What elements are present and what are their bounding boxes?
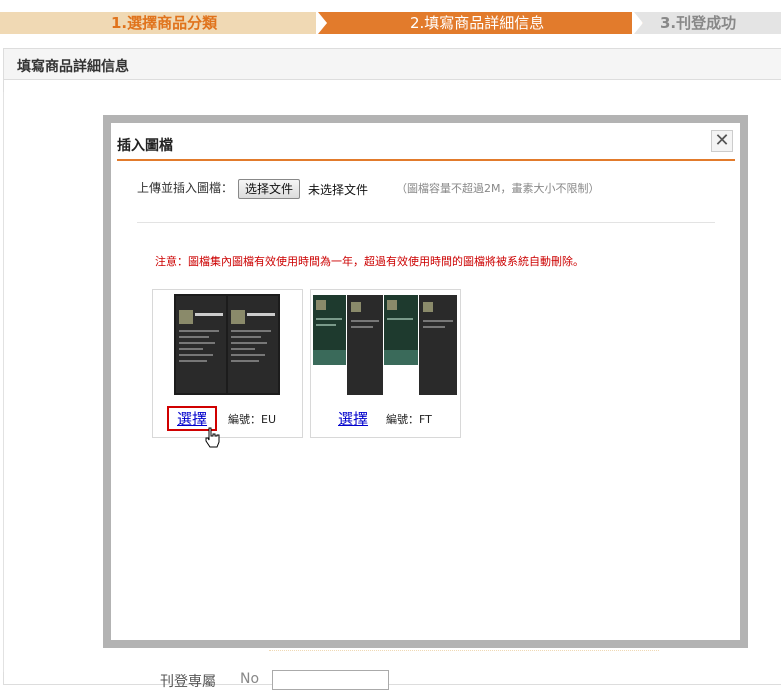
divider (117, 159, 735, 161)
insert-image-dialog-frame: 插入圖檔 ✕ 上傳並插入圖檔： 选择文件 未选择文件 （圖檔容量不超過2M，畫素… (103, 115, 748, 648)
insert-image-dialog: 插入圖檔 ✕ 上傳並插入圖檔： 选择文件 未选择文件 （圖檔容量不超過2M，畫素… (111, 123, 740, 640)
step-3-label: 3.刊登成功 (660, 14, 737, 32)
image-code: 編號：FT (386, 413, 432, 426)
choose-file-button[interactable]: 选择文件 (238, 179, 301, 199)
image-card: 選擇 編號：EU (152, 289, 303, 438)
divider (269, 648, 659, 651)
page-title: 填寫商品詳細信息 (17, 59, 129, 75)
image-thumbnail[interactable] (311, 290, 460, 402)
dialog-title: 插入圖檔 (117, 138, 173, 154)
select-image-link[interactable]: 選擇 (338, 408, 368, 429)
exclusive-field-row: 刊登専屬 No (160, 671, 259, 691)
step-arrow-icon (313, 12, 327, 34)
expiry-notice: 注意：圖檔集內圖檔有效使用時間為一年，超過有效使用時間的圖檔將被系統自動刪除。 (155, 255, 584, 268)
panel-header: 填寫商品詳細信息 (4, 49, 781, 80)
step-select-category: 1.選擇商品分類 (0, 12, 316, 34)
image-code: 編號：EU (228, 413, 277, 426)
exclusive-label: 刊登専屬 (160, 674, 216, 690)
upload-hint: （圖檔容量不超過2M，畫素大小不限制） (396, 182, 600, 195)
upload-label: 上傳並插入圖檔： (137, 181, 234, 195)
hand-cursor-icon (204, 427, 222, 453)
step-arrow-icon (629, 12, 643, 34)
step-fill-details: 2.填寫商品詳細信息 (316, 12, 632, 34)
image-card: 選擇 編號：FT (310, 289, 461, 438)
step-1-label: 1.選擇商品分類 (111, 14, 218, 32)
step-publish-success: 3.刊登成功 (632, 12, 781, 34)
close-icon[interactable]: ✕ (711, 130, 733, 152)
divider (3, 92, 4, 672)
image-thumbnail[interactable] (153, 290, 302, 402)
divider (137, 222, 715, 223)
exclusive-input[interactable] (272, 670, 389, 690)
step-2-label: 2.填寫商品詳細信息 (410, 14, 545, 32)
progress-steps: 1.選擇商品分類 2.填寫商品詳細信息 3.刊登成功 (0, 0, 781, 44)
file-status: 未选择文件 (308, 183, 369, 197)
